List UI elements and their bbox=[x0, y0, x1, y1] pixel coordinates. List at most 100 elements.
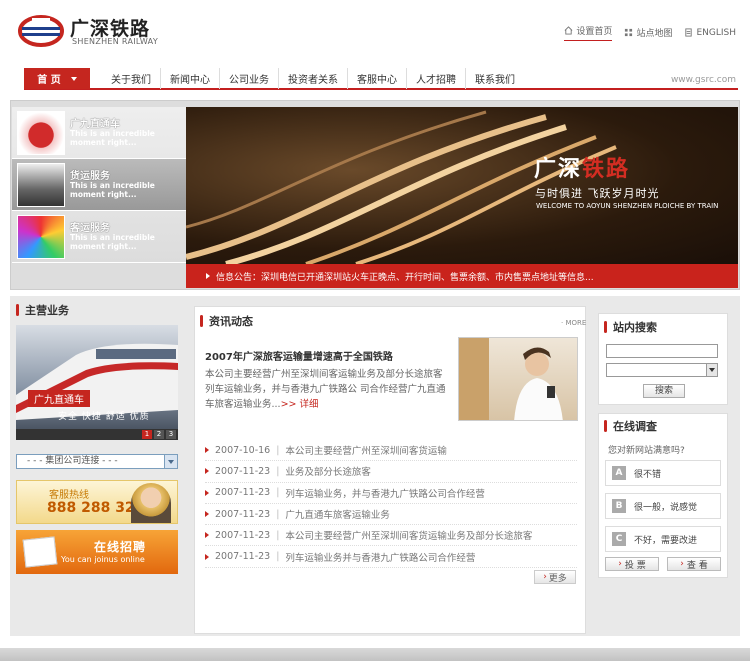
survey-option-a[interactable]: A 很不错 bbox=[605, 460, 721, 486]
news-text: 业务及部分长途旅客 bbox=[285, 467, 371, 479]
news-detail-link[interactable]: >> 详细 bbox=[281, 399, 319, 410]
service-agent-image bbox=[131, 483, 171, 523]
footer-bar bbox=[0, 648, 750, 661]
heading-marker-icon bbox=[604, 420, 607, 432]
banner-menu-title: 广九直通车 bbox=[70, 119, 120, 130]
arrow-right-icon bbox=[206, 273, 210, 279]
news-list-item[interactable]: 2007-10-16 | 本公司主要经营广州至深圳间客货运输 bbox=[205, 440, 577, 462]
heading-marker-icon bbox=[16, 304, 19, 316]
arrow-right-icon: › bbox=[618, 559, 622, 569]
news-list-item[interactable]: 2007-11-23 | 列车运输业务并与香港九广铁路公司合作经营 bbox=[205, 546, 577, 568]
heart-thumbnail bbox=[17, 111, 65, 155]
bullet-icon bbox=[205, 489, 209, 496]
bullet-icon bbox=[205, 468, 209, 475]
arrow-right-icon: › bbox=[680, 559, 684, 569]
banner-slogan: 与时俱进 飞跃岁月时光 bbox=[535, 187, 660, 200]
train-slogan: 安全 快捷 舒适 优质 bbox=[58, 412, 150, 422]
notice-bar[interactable]: 信息公告：深圳电信已开通深圳站火车正晚点、开行时间、售票余额、市内售票点地址等信… bbox=[186, 264, 738, 288]
vote-button[interactable]: › 投 票 bbox=[605, 557, 659, 571]
option-badge: B bbox=[612, 499, 626, 513]
banner-menu-sub: This is an incredible moment right... bbox=[70, 233, 155, 251]
banner-menu-item-passenger[interactable]: 客运服务 This is an incredible moment right.… bbox=[12, 211, 186, 263]
main-business-heading: 主营业务 bbox=[16, 299, 69, 321]
banner-menu-item-through-train[interactable]: 广九直通车 This is an incredible moment right… bbox=[12, 107, 186, 159]
chevron-down-icon bbox=[70, 76, 77, 81]
arrow-right-icon: › bbox=[543, 572, 547, 582]
news-date: 2007-10-16 bbox=[215, 444, 271, 456]
english-label: ENGLISH bbox=[696, 27, 736, 38]
banner-menu-sub: This is an incredible moment right... bbox=[70, 181, 155, 199]
survey-option-c[interactable]: C 不好，需要改进 bbox=[605, 526, 721, 552]
survey-option-b[interactable]: B 很一般，说感觉 bbox=[605, 493, 721, 519]
english-link[interactable]: ENGLISH bbox=[684, 24, 736, 41]
news-headline[interactable]: 2007年广深旅客运输量增速高于全国铁路 bbox=[205, 348, 393, 363]
view-results-button[interactable]: › 查 看 bbox=[667, 557, 721, 571]
nav-contact[interactable]: 联系我们 bbox=[465, 68, 524, 89]
news-date: 2007-11-23 bbox=[215, 465, 271, 477]
pager-button[interactable]: 2 bbox=[154, 430, 164, 439]
bullet-icon bbox=[205, 532, 209, 539]
nav-home-label: 首 页 bbox=[37, 75, 61, 86]
more-news-button[interactable]: › 更多 bbox=[534, 570, 576, 584]
search-category-select[interactable] bbox=[606, 363, 718, 377]
news-summary: 本公司主要经营广州至深圳间客运输业务及部分长途旅客列车运输业务，并与香港九广铁路… bbox=[205, 367, 450, 412]
nav-about[interactable]: 关于我们 bbox=[102, 68, 160, 89]
news-list-item[interactable]: 2007-11-23 | 业务及部分长途旅客 bbox=[205, 461, 577, 483]
train-pager: 1 2 3 bbox=[16, 429, 178, 440]
search-input[interactable] bbox=[606, 344, 718, 358]
pager-button[interactable]: 1 bbox=[142, 430, 152, 439]
search-button[interactable]: 搜索 bbox=[643, 384, 685, 398]
news-more-label: MORE bbox=[565, 319, 587, 327]
banner-title-white: 广深 bbox=[534, 157, 583, 182]
view-label: 查 看 bbox=[686, 560, 708, 571]
bullet-icon bbox=[205, 511, 209, 518]
nav-news[interactable]: 新闻中心 bbox=[160, 68, 219, 89]
set-homepage-label: 设置首页 bbox=[576, 27, 613, 37]
document-icon bbox=[22, 536, 58, 568]
main-business-title: 主营业务 bbox=[25, 304, 69, 317]
news-text: 本公司主要经营广州至深圳间客货运输业务及部分长途旅客 bbox=[285, 531, 533, 543]
nav-service[interactable]: 客服中心 bbox=[347, 68, 406, 89]
group-links-select[interactable]: - - - 集团公司连接 - - - bbox=[16, 454, 178, 469]
group-links-value: - - - 集团公司连接 - - - bbox=[27, 456, 118, 466]
news-more-link[interactable]: · MORE bbox=[561, 319, 586, 327]
logo-text-en: SHENZHEN RAILWAY bbox=[72, 37, 159, 46]
banner-title-red: 铁路 bbox=[582, 157, 631, 182]
hotline-banner[interactable]: 客服热线 888 288 326 bbox=[16, 480, 178, 524]
news-list-item[interactable]: 2007-11-23 | 列车运输业务，并与香港九广铁路公司合作经营 bbox=[205, 483, 577, 504]
vote-label: 投 票 bbox=[624, 560, 646, 571]
sitemap-link[interactable]: 站点地图 bbox=[624, 24, 672, 41]
pager-button[interactable]: 3 bbox=[166, 430, 176, 439]
hotline-label: 客服热线 bbox=[49, 490, 89, 501]
banner-menu: 广九直通车 This is an incredible moment right… bbox=[12, 107, 186, 264]
logo[interactable]: 广深铁路 SHENZHEN RAILWAY bbox=[18, 12, 178, 52]
news-photo bbox=[458, 337, 578, 421]
news-text: 本公司主要经营广州至深圳间客货运输 bbox=[285, 446, 447, 458]
english-icon bbox=[685, 28, 693, 37]
news-date: 2007-11-23 bbox=[215, 508, 271, 520]
railway-logo-icon bbox=[18, 15, 64, 47]
survey-question: 您对新网站满意吗? bbox=[608, 446, 685, 456]
news-list: 2007-10-16 | 本公司主要经营广州至深圳间客货运输 2007-11-23 |… bbox=[205, 440, 577, 568]
home-icon bbox=[565, 26, 573, 35]
hotline-number: 888 288 326 bbox=[47, 500, 145, 516]
balloons-thumbnail bbox=[17, 215, 65, 259]
nav-home[interactable]: 首 页 bbox=[24, 68, 90, 89]
news-summary-text: 本公司主要经营广州至深圳间客运输业务及部分长途旅客列车运输业务，并与香港九广铁路… bbox=[205, 369, 446, 410]
train-image[interactable]: 广九直通车 安全 快捷 舒适 优质 bbox=[16, 325, 178, 429]
nav-investors[interactable]: 投资者关系 bbox=[278, 68, 347, 89]
news-text: 列车运输业务并与香港九广铁路公司合作经营 bbox=[285, 552, 476, 564]
survey-title: 在线调查 bbox=[613, 420, 657, 433]
news-text: 列车运输业务，并与香港九广铁路公司合作经营 bbox=[285, 488, 485, 500]
news-date: 2007-11-23 bbox=[215, 529, 271, 541]
news-list-item[interactable]: 2007-11-23 | 本公司主要经营广州至深圳间客货运输业务及部分长途旅客 bbox=[205, 525, 577, 547]
banner-menu-item-freight[interactable]: 货运服务 This is an incredible moment right.… bbox=[12, 159, 186, 211]
woman-phone-graphic bbox=[459, 338, 563, 420]
nav-business[interactable]: 公司业务 bbox=[219, 68, 278, 89]
recruit-banner[interactable]: 在线招聘 You can joinus online bbox=[16, 530, 178, 574]
news-list-item[interactable]: 2007-11-23 | 广九直通车旅客运输业务 bbox=[205, 504, 577, 526]
nav-careers[interactable]: 人才招聘 bbox=[406, 68, 465, 89]
set-homepage-link[interactable]: 设置首页 bbox=[564, 24, 613, 41]
banner-english: WELCOME TO AOYUN SHENZHEN PLOICHE BY TRA… bbox=[536, 202, 719, 210]
heading-marker-icon bbox=[604, 321, 607, 333]
